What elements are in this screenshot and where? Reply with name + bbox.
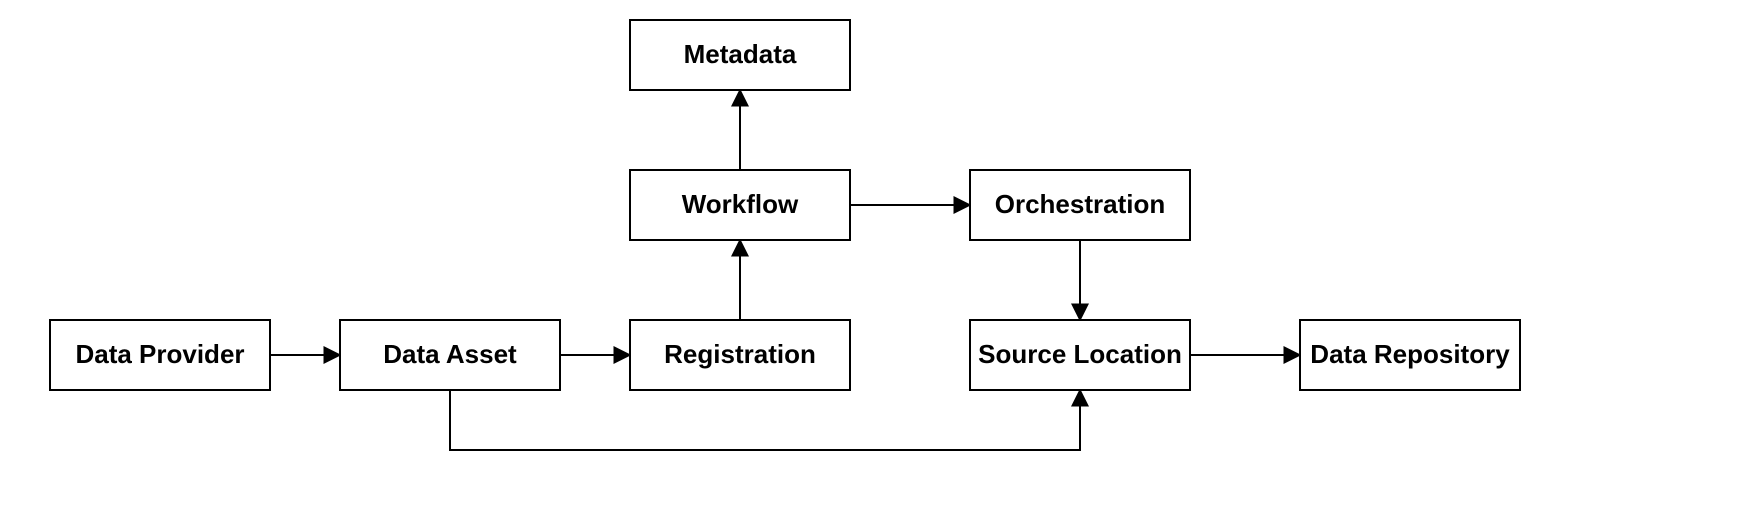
- node-source-location: Source Location: [970, 320, 1190, 390]
- node-label-registration: Registration: [664, 339, 816, 369]
- node-data-repository: Data Repository: [1300, 320, 1520, 390]
- edge-data-asset-to-source-location: [450, 390, 1080, 450]
- node-metadata: Metadata: [630, 20, 850, 90]
- diagram-canvas: Data Provider Data Asset Registration Workf…: [0, 0, 1753, 510]
- node-orchestration: Orchestration: [970, 170, 1190, 240]
- node-label-data-provider: Data Provider: [75, 339, 244, 369]
- node-workflow: Workflow: [630, 170, 850, 240]
- node-label-data-asset: Data Asset: [383, 339, 517, 369]
- node-label-orchestration: Orchestration: [995, 189, 1166, 219]
- node-data-asset: Data Asset: [340, 320, 560, 390]
- node-label-metadata: Metadata: [684, 39, 797, 69]
- node-label-workflow: Workflow: [682, 189, 799, 219]
- node-label-source-location: Source Location: [978, 339, 1182, 369]
- node-registration: Registration: [630, 320, 850, 390]
- node-data-provider: Data Provider: [50, 320, 270, 390]
- node-label-data-repository: Data Repository: [1310, 339, 1510, 369]
